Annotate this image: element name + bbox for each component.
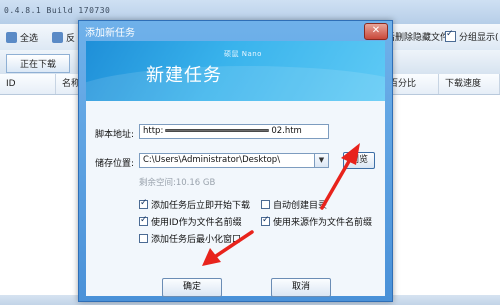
- source-prefix-label: 使用来源作为文件名前缀: [273, 218, 373, 228]
- hide-files-label: 后删除隐藏文件: [386, 33, 450, 43]
- column-speed[interactable]: 下载速度: [439, 74, 500, 94]
- banner-title: 新建任务: [146, 65, 222, 86]
- id-prefix-checkbox[interactable]: 使用ID作为文件名前缀: [139, 215, 242, 228]
- add-task-dialog: 添加新任务 ✕ 硕鼠 Nano 新建任务 脚本地址: http: 02.htm 储…: [78, 20, 393, 302]
- reverse-select-label: 反: [66, 33, 76, 44]
- group-display-label: 分组显示(: [459, 33, 499, 43]
- column-id[interactable]: ID: [0, 74, 56, 94]
- save-location-select[interactable]: C:\Users\Administrator\Desktop\: [139, 153, 315, 168]
- dialog-title: 添加新任务: [85, 28, 135, 39]
- save-location-dropdown[interactable]: ▼: [315, 153, 329, 168]
- select-all-button[interactable]: 全选: [6, 29, 38, 45]
- redacted-url-bar: [165, 129, 270, 132]
- source-prefix-checkbox[interactable]: 使用来源作为文件名前缀: [261, 215, 372, 228]
- source-prefix-box[interactable]: [261, 215, 270, 226]
- script-url-input[interactable]: http: 02.htm: [139, 124, 329, 139]
- group-display-box[interactable]: [445, 29, 456, 42]
- select-all-icon: [6, 31, 17, 43]
- group-display-checkbox[interactable]: 分组显示(: [445, 29, 499, 43]
- auto-create-dir-box[interactable]: [261, 200, 270, 209]
- start-immediately-checkbox[interactable]: 添加任务后立即开始下载: [139, 198, 250, 211]
- chevron-down-icon: ▼: [318, 156, 325, 164]
- script-url-suffix: 02.htm: [271, 126, 302, 136]
- reverse-select-icon: [52, 31, 63, 43]
- script-url-label: 脚本地址:: [95, 130, 135, 140]
- dialog-close-button[interactable]: ✕: [364, 23, 388, 40]
- id-prefix-label: 使用ID作为文件名前缀: [151, 218, 242, 228]
- hide-files-option[interactable]: 后删除隐藏文件: [386, 30, 449, 43]
- select-all-label: 全选: [20, 33, 39, 44]
- tab-downloading[interactable]: 正在下载: [6, 54, 70, 73]
- reverse-select-button[interactable]: 反: [52, 29, 75, 45]
- script-url-prefix: http:: [143, 126, 164, 136]
- id-prefix-box[interactable]: [139, 215, 148, 226]
- free-space-text: 剩余空间:10.16 GB: [139, 178, 216, 188]
- browse-button[interactable]: 浏览: [343, 152, 375, 169]
- auto-create-dir-checkbox[interactable]: 自动创建目录: [261, 198, 327, 211]
- cancel-button[interactable]: 取消: [271, 278, 331, 297]
- brand-logo-text: 硕鼠 Nano: [224, 50, 262, 58]
- close-icon: ✕: [371, 25, 381, 36]
- auto-create-dir-label: 自动创建目录: [273, 201, 328, 211]
- minimize-window-checkbox[interactable]: 添加任务后最小化窗口: [139, 232, 241, 245]
- minimize-window-label: 添加任务后最小化窗口: [151, 235, 242, 245]
- ok-button[interactable]: 确定: [162, 278, 222, 297]
- start-immediately-label: 添加任务后立即开始下载: [151, 201, 251, 211]
- minimize-window-box[interactable]: [139, 234, 148, 243]
- start-immediately-box[interactable]: [139, 198, 148, 209]
- app-version: 0.4.8.1 Build 170730: [4, 6, 111, 15]
- save-location-label: 储存位置:: [95, 159, 135, 169]
- dialog-body: 脚本地址: http: 02.htm 储存位置: C:\Users\Adminis…: [86, 101, 385, 297]
- banner-glow: [86, 66, 385, 101]
- dialog-banner: 硕鼠 Nano 新建任务: [86, 41, 385, 101]
